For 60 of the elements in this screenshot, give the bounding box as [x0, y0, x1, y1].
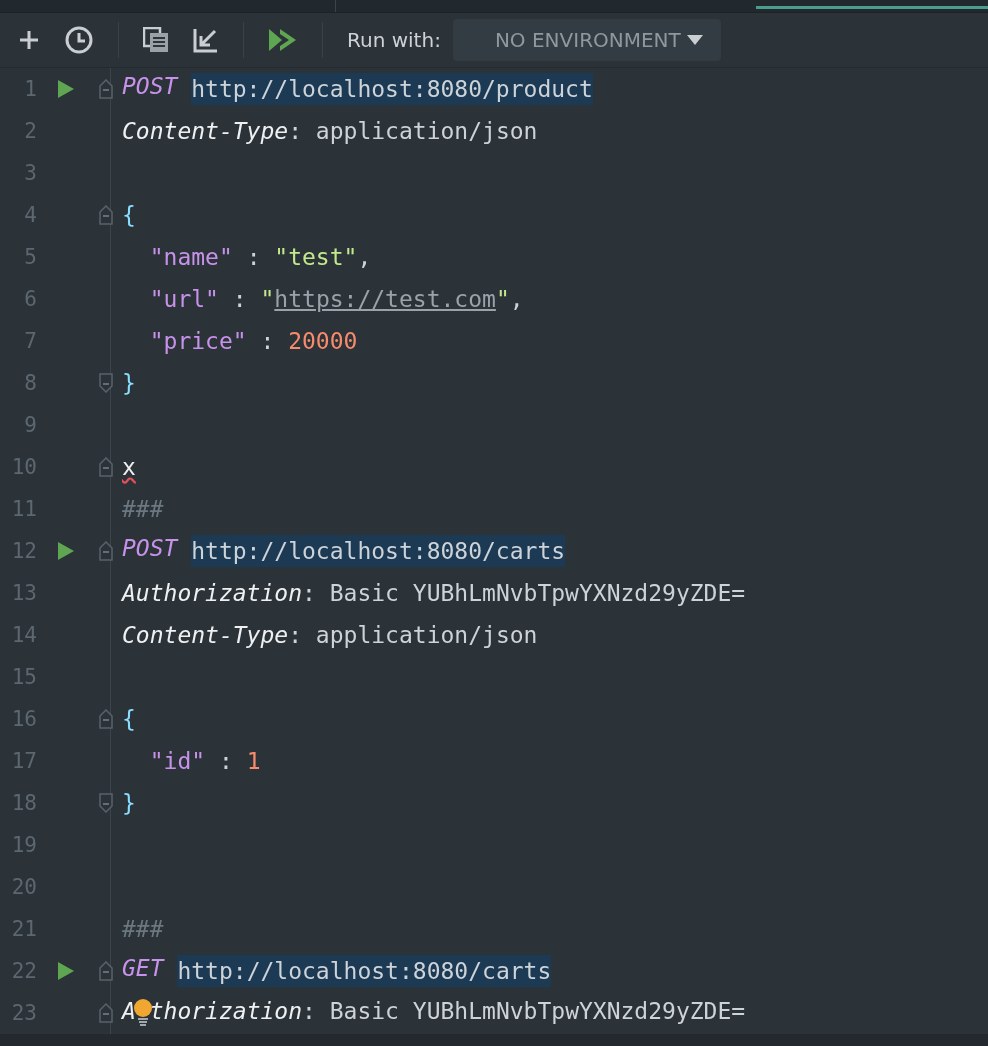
request-url: http://localhost:8080/carts — [177, 955, 552, 987]
header-name: Content-Type — [122, 622, 289, 648]
fold-start-icon[interactable] — [99, 457, 113, 477]
brace: } — [122, 790, 136, 816]
fold-start-icon[interactable] — [99, 709, 113, 729]
request-url: http://localhost:8080/carts — [191, 535, 566, 567]
separator-comment: ### — [122, 916, 164, 942]
json-key: "id" — [149, 748, 206, 774]
code-text: : — [259, 328, 276, 354]
error-text: x — [122, 454, 136, 480]
separator-comment: ### — [122, 496, 164, 522]
brace: { — [122, 706, 136, 732]
fold-end-icon[interactable] — [99, 373, 113, 393]
json-string: "test" — [274, 244, 358, 270]
json-key: "name" — [149, 244, 233, 270]
fold-end-icon[interactable] — [99, 793, 113, 813]
fold-start-icon[interactable] — [99, 961, 113, 981]
fold-start-icon[interactable] — [99, 1003, 113, 1023]
run-icon[interactable] — [58, 80, 74, 98]
brace: } — [122, 370, 136, 396]
brace: { — [122, 202, 136, 228]
json-string: " — [495, 286, 510, 312]
code-text: , — [509, 286, 524, 312]
header-name: thorization — [149, 998, 303, 1026]
http-method: POST — [122, 535, 178, 563]
fold-start-icon[interactable] — [99, 541, 113, 561]
request-url: http://localhost:8080/product — [191, 73, 593, 105]
run-icon[interactable] — [58, 542, 74, 560]
code-text: , — [357, 244, 372, 270]
copy-icon[interactable] — [143, 27, 169, 53]
add-icon[interactable] — [18, 29, 40, 51]
header-name: Authorization — [122, 580, 302, 606]
json-key: "price" — [149, 328, 247, 354]
import-icon[interactable] — [193, 27, 219, 53]
link[interactable]: https://test.com — [274, 286, 496, 312]
caret-icon — [686, 35, 703, 45]
code-text: : Basic YUBhLmNvbTpwYXNzd29yZDE= — [302, 580, 746, 606]
json-key: "url" — [149, 286, 219, 312]
json-number: 20000 — [288, 328, 358, 354]
lightbulb-icon[interactable] — [132, 998, 153, 1026]
http-method: POST — [122, 73, 178, 101]
fold-start-icon[interactable] — [99, 79, 113, 99]
fold-start-icon[interactable] — [99, 205, 113, 225]
run-all-icon[interactable] — [268, 28, 298, 52]
run-with-label: Run with: — [347, 28, 441, 52]
json-string: " — [260, 286, 275, 312]
horizontal-scrollbar[interactable] — [0, 1034, 988, 1046]
code-text: : — [245, 244, 262, 270]
code-text: : application/json — [288, 622, 538, 648]
run-icon[interactable] — [58, 962, 74, 980]
http-method: GET — [122, 955, 164, 983]
code-text: : application/json — [288, 118, 538, 144]
history-icon[interactable] — [64, 25, 94, 55]
header-name: Content-Type — [122, 118, 289, 144]
code-text: : — [217, 748, 234, 774]
header-name: A — [122, 998, 136, 1026]
code-text: : — [231, 286, 248, 312]
code-text: : Basic YUBhLmNvbTpwYXNzd29yZDE= — [302, 998, 746, 1026]
environment-dropdown[interactable]: NO ENVIRONMENT — [452, 19, 721, 61]
json-number: 1 — [246, 748, 261, 774]
